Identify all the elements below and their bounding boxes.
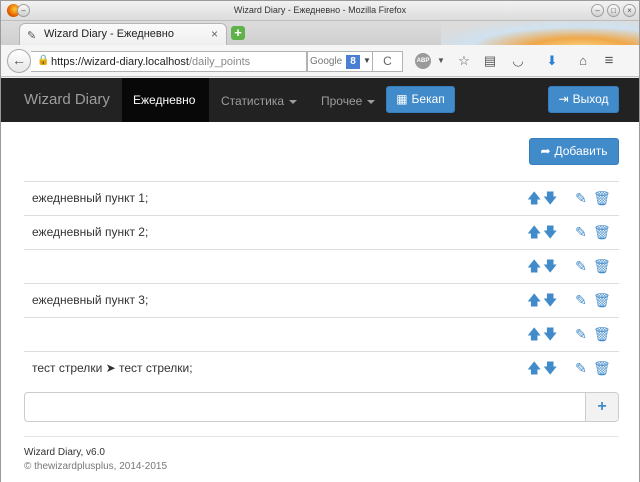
window-title: Wizard Diary - Ежедневно - Mozilla Firef… xyxy=(233,5,407,15)
delete-trash-icon[interactable]: 🗑 xyxy=(593,292,611,308)
download-icon[interactable]: ⬇ xyxy=(544,53,560,69)
point-row: ежедневный пункт 1; 🡅 🡇 ✎ 🗑 xyxy=(24,181,619,215)
point-text: ежедневный пункт 3; xyxy=(32,293,149,307)
new-point-input[interactable] xyxy=(25,393,586,421)
reading-list-icon[interactable]: ▤ xyxy=(482,53,498,69)
search-placeholder: Google xyxy=(310,56,343,67)
url-host: https://wizard-diary.localhost xyxy=(51,56,189,68)
add-point-button[interactable]: ➦ Добавить xyxy=(529,138,619,165)
point-row: тест стрелки ➤ тест стрелки; 🡅 🡇 ✎ 🗑 xyxy=(24,351,619,385)
maximize-button[interactable]: □ xyxy=(607,4,620,17)
home-icon[interactable]: ⌂ xyxy=(575,53,591,69)
point-row: ежедневный пункт 3; 🡅 🡇 ✎ 🗑 xyxy=(24,283,619,317)
move-down-icon[interactable]: 🡇 xyxy=(543,258,557,274)
move-down-icon[interactable]: 🡇 xyxy=(543,292,557,308)
edit-pencil-icon[interactable]: ✎ xyxy=(574,326,588,342)
point-actions: 🡅 🡇 ✎ 🗑 xyxy=(527,190,611,206)
logout-icon: ⇥ xyxy=(558,92,569,106)
footer-copyright: © thewizardplusplus, 2014-2015 xyxy=(24,461,168,472)
tab-close-icon[interactable]: × xyxy=(211,27,218,41)
reload-button[interactable]: C xyxy=(373,51,403,72)
caret-down-icon xyxy=(289,99,298,104)
nav-item-other-label: Прочее xyxy=(321,94,363,108)
move-up-icon[interactable]: 🡅 xyxy=(527,258,541,274)
adblock-dropdown-icon[interactable]: ▼ xyxy=(433,53,449,69)
adblock-icon[interactable]: ABP xyxy=(415,53,431,69)
move-up-icon[interactable]: 🡅 xyxy=(527,190,541,206)
close-window-button[interactable]: × xyxy=(623,4,636,17)
move-down-icon[interactable]: 🡇 xyxy=(543,190,557,206)
move-up-icon[interactable]: 🡅 xyxy=(527,360,541,376)
tab-title: Wizard Diary - Ежедневно xyxy=(44,28,174,40)
minimize-button[interactable]: – xyxy=(591,4,604,17)
points-list: ежедневный пункт 1; 🡅 🡇 ✎ 🗑 ежедневный пункт … xyxy=(24,181,619,385)
pocket-icon[interactable]: ◡ xyxy=(510,53,526,69)
move-down-icon[interactable]: 🡇 xyxy=(543,360,557,376)
backup-icon: ▦ xyxy=(396,92,408,106)
brand-link[interactable]: Wizard Diary xyxy=(24,91,110,108)
point-text: ежедневный пункт 2; xyxy=(32,225,149,239)
move-down-icon[interactable]: 🡇 xyxy=(543,224,557,240)
edit-pencil-icon[interactable]: ✎ xyxy=(574,190,588,206)
delete-trash-icon[interactable]: 🗑 xyxy=(593,258,611,274)
edit-pencil-icon[interactable]: ✎ xyxy=(574,292,588,308)
point-row: 🡅 🡇 ✎ 🗑 xyxy=(24,317,619,351)
move-up-icon[interactable]: 🡅 xyxy=(527,292,541,308)
new-tab-button[interactable]: + xyxy=(231,26,245,40)
edit-pencil-icon[interactable]: ✎ xyxy=(574,224,588,240)
nav-item-stats-label: Статистика xyxy=(221,94,285,108)
move-down-icon[interactable]: 🡇 xyxy=(543,326,557,342)
backup-button[interactable]: ▦ Бекап xyxy=(386,86,455,113)
search-engine-dropdown-icon[interactable]: ▼ xyxy=(363,56,371,65)
back-button[interactable]: ← xyxy=(7,49,31,73)
move-up-icon[interactable]: 🡅 xyxy=(527,224,541,240)
nav-item-other[interactable]: Прочее xyxy=(321,94,376,108)
logout-label: Выход xyxy=(572,92,609,106)
delete-trash-icon[interactable]: 🗑 xyxy=(593,360,611,376)
wand-icon: ✎ xyxy=(27,30,37,42)
search-bar[interactable]: Google 8 ▼ xyxy=(307,51,373,72)
point-actions: 🡅 🡇 ✎ 🗑 xyxy=(527,360,611,376)
url-bar[interactable]: 🔒 https://wizard-diary.localhost/daily_p… xyxy=(31,51,307,72)
caret-down-icon xyxy=(367,99,376,104)
point-row: 🡅 🡇 ✎ 🗑 xyxy=(24,249,619,283)
title-bar: – Wizard Diary - Ежедневно - Mozilla Fir… xyxy=(1,1,639,21)
lock-icon: 🔒 xyxy=(37,55,50,66)
backup-label: Бекап xyxy=(411,92,445,106)
url-text: https://wizard-diary.localhost/daily_poi… xyxy=(51,56,250,68)
add-label: Добавить xyxy=(554,144,608,158)
browser-toolbar: 🔒 https://wizard-diary.localhost/daily_p… xyxy=(1,45,639,77)
add-new-point-button[interactable]: + xyxy=(585,393,618,421)
footer-version: Wizard Diary, v6.0 xyxy=(24,447,105,458)
point-text: тест стрелки ➤ тест стрелки; xyxy=(32,361,193,375)
site-navbar: Wizard Diary Ежедневно Статистика Прочее… xyxy=(1,78,639,122)
logout-button[interactable]: ⇥ Выход xyxy=(548,86,619,113)
edit-pencil-icon[interactable]: ✎ xyxy=(574,360,588,376)
url-path: /daily_points xyxy=(188,56,251,68)
point-actions: 🡅 🡇 ✎ 🗑 xyxy=(527,224,611,240)
delete-trash-icon[interactable]: 🗑 xyxy=(593,224,611,240)
nav-item-daily[interactable]: Ежедневно xyxy=(122,78,209,122)
footer: Wizard Diary, v6.0 © thewizardplusplus, … xyxy=(24,436,619,474)
delete-trash-icon[interactable]: 🗑 xyxy=(593,326,611,342)
point-actions: 🡅 🡇 ✎ 🗑 xyxy=(527,326,611,342)
browser-window: – Wizard Diary - Ежедневно - Mozilla Fir… xyxy=(0,0,640,482)
new-point-form: + xyxy=(24,392,619,422)
menu-hamburger-icon[interactable]: ≡ xyxy=(601,53,617,69)
bookmark-star-icon[interactable]: ☆ xyxy=(456,53,472,69)
edit-pencil-icon[interactable]: ✎ xyxy=(574,258,588,274)
delete-trash-icon[interactable]: 🗑 xyxy=(593,190,611,206)
tab-bar: ✎ Wizard Diary - Ежедневно × + xyxy=(1,21,639,65)
point-row: ежедневный пункт 2; 🡅 🡇 ✎ 🗑 xyxy=(24,215,619,249)
move-up-icon[interactable]: 🡅 xyxy=(527,326,541,342)
tab-wizard-diary[interactable]: ✎ Wizard Diary - Ежедневно × xyxy=(19,23,227,45)
point-text: ежедневный пункт 1; xyxy=(32,191,149,205)
point-actions: 🡅 🡇 ✎ 🗑 xyxy=(527,292,611,308)
point-actions: 🡅 🡇 ✎ 🗑 xyxy=(527,258,611,274)
nav-item-daily-label: Ежедневно xyxy=(133,93,196,107)
share-arrow-icon: ➦ xyxy=(540,144,551,158)
google-search-engine-icon[interactable]: 8 xyxy=(346,55,360,69)
nav-item-stats[interactable]: Статистика xyxy=(221,94,298,108)
page-content: ➦ Добавить ежедневный пункт 1; 🡅 🡇 ✎ 🗑 ежеднев… xyxy=(1,122,639,482)
